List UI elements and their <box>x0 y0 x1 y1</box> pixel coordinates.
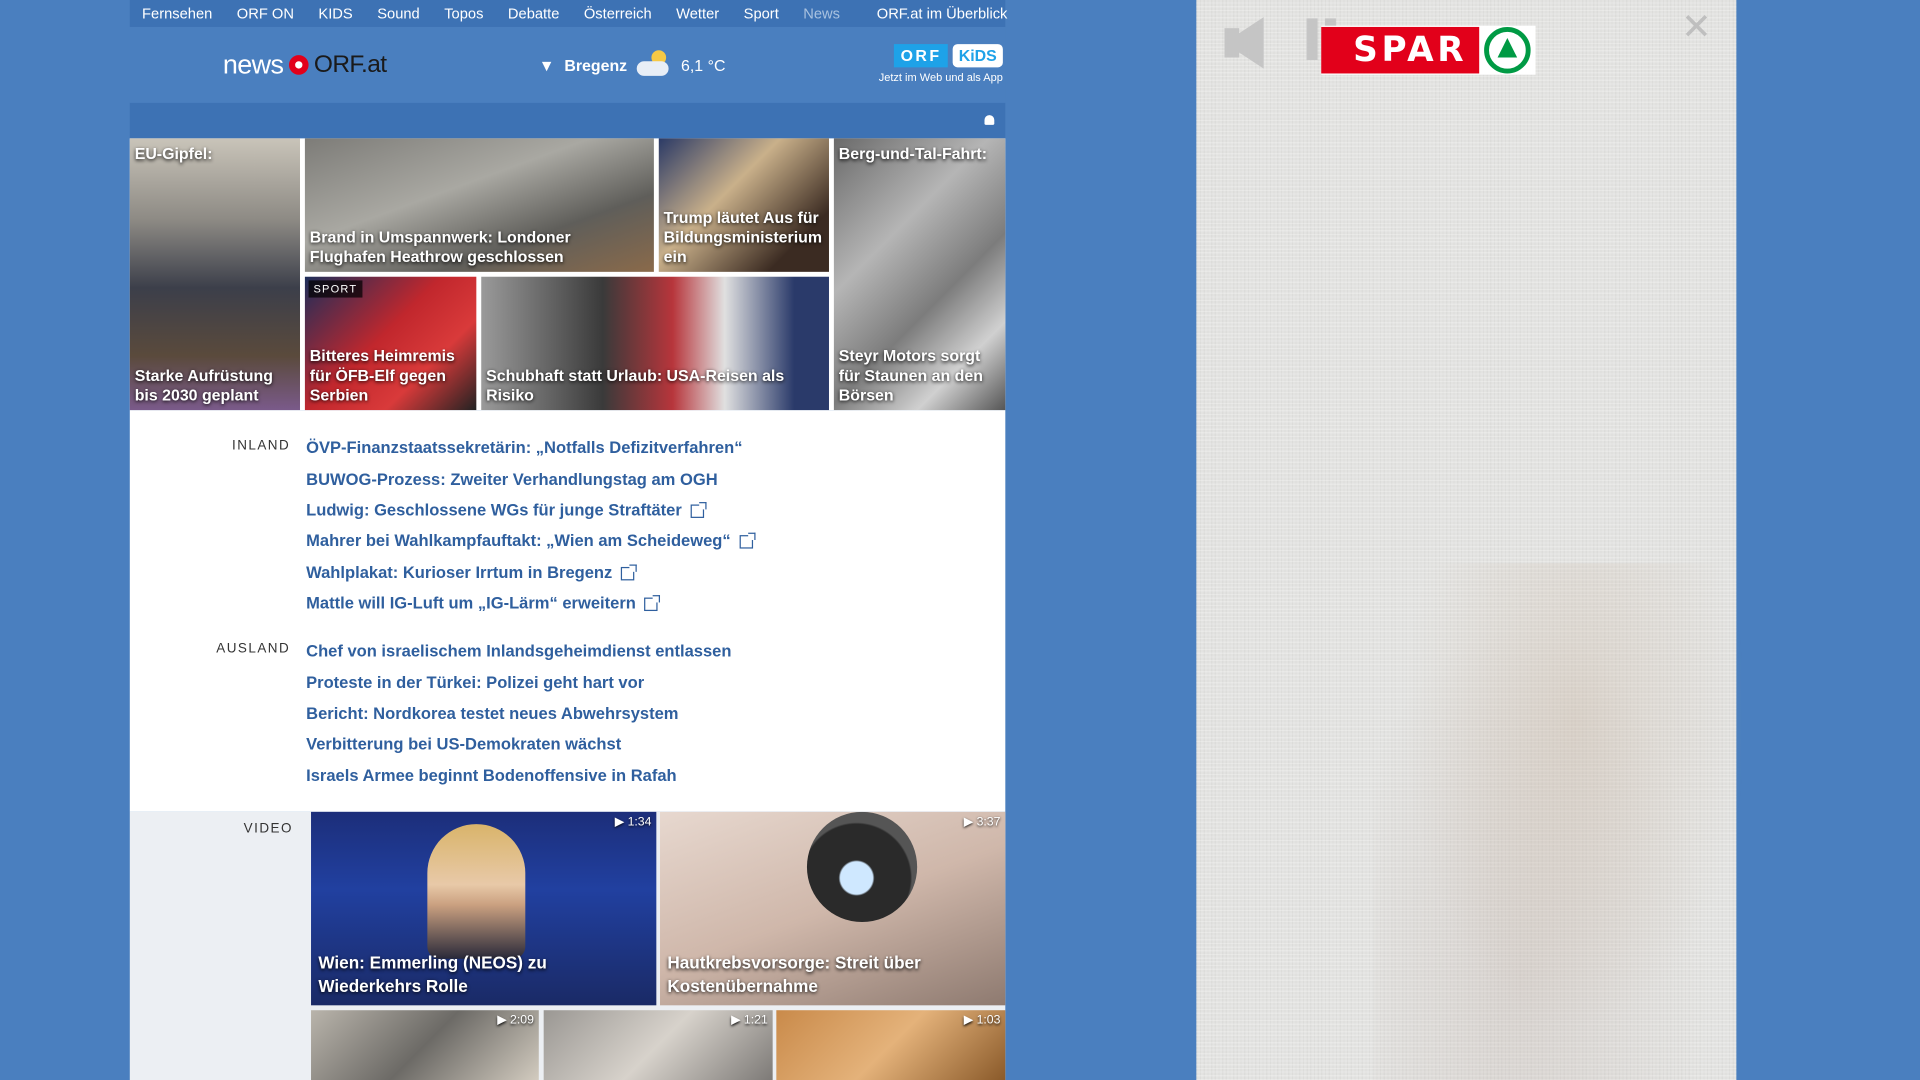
story-kicker: Berg-und-Tal-Fahrt: <box>838 144 988 163</box>
video-caption: Hautkrebsvorsorge: Streit über Kostenübe… <box>667 952 921 996</box>
story-tile-eu-gipfel[interactable]: EU-Gipfel: Starke Aufrüstung bis 2030 ge… <box>129 138 301 411</box>
list-item: Verbitterung bei US-Demokraten wächst <box>306 729 731 760</box>
list-item: Ludwig: Geschlossene WGs für junge Straf… <box>306 494 753 525</box>
external-link-icon <box>739 533 756 550</box>
kids-promo-subtitle: Jetzt im Web und als App <box>878 71 1003 84</box>
story-tile-steyr[interactable]: Berg-und-Tal-Fahrt: Steyr Motors sorgt f… <box>833 138 1006 411</box>
nav-overview[interactable]: ORF.at im Überblick <box>865 5 1020 22</box>
orf-badge: ORF <box>894 44 948 68</box>
news-orf-logo[interactable]: news ORF.at <box>223 49 387 81</box>
advertisement-panel[interactable]: SPAR ✕ <box>1196 0 1742 1080</box>
headline-link[interactable]: Mahrer bei Wahlkampfauftakt: „Wien am Sc… <box>306 532 731 550</box>
video-caption: Wien: Emmerling (NEOS) zu Wiederkehrs Ro… <box>318 952 547 996</box>
story-headline: Starke Aufrüstung bis 2030 geplant <box>134 366 273 405</box>
video-duration: ▶ 1:34 <box>614 815 652 829</box>
headline-link[interactable]: Wahlplakat: Kurioser Irrtum in Bregenz <box>306 563 612 581</box>
weather-temperature: 6,1 °C <box>681 55 726 75</box>
news-lists: INLAND ÖVP-Finanzstaatssekretärin: „Notf… <box>129 410 1006 812</box>
category-tag: SPORT <box>308 280 363 298</box>
nav-debatte[interactable]: Debatte <box>496 5 572 22</box>
video-duration: ▶ 1:03 <box>963 1013 1001 1028</box>
list-item: Bericht: Nordkorea testet neues Abwehrsy… <box>306 698 731 729</box>
orf-kids-promo[interactable]: ORF KiDS Jetzt im Web und als App <box>879 44 1003 83</box>
list-item: Israels Armee beginnt Bodenoffensive in … <box>306 760 731 791</box>
inland-label: INLAND <box>231 438 291 454</box>
ausland-label: AUSLAND <box>216 641 291 657</box>
logo-news-text: news <box>222 48 284 80</box>
nav-news[interactable]: News <box>791 5 852 22</box>
list-item: Mahrer bei Wahlkampfauftakt: „Wien am Sc… <box>306 526 756 557</box>
story-headline: Steyr Motors sorgt für Staunen an den Bö… <box>838 346 983 405</box>
nav-sound[interactable]: Sound <box>365 5 432 22</box>
headline-link[interactable]: ÖVP-Finanzstaatssekretärin: „Notfalls De… <box>306 439 742 457</box>
list-item: BUWOG-Prozess: Zweiter Verhandlungstag a… <box>306 463 753 494</box>
headline-link[interactable]: Ludwig: Geschlossene WGs für junge Straf… <box>306 501 682 519</box>
external-link-icon <box>690 502 707 518</box>
external-link-icon <box>620 564 637 581</box>
nav-topos[interactable]: Topos <box>432 5 496 22</box>
nav-sport[interactable]: Sport <box>731 5 791 22</box>
partly-cloudy-icon <box>636 50 671 76</box>
weather-location: Bregenz <box>564 55 628 75</box>
headline-link[interactable]: Proteste in der Türkei: Polizei geht har… <box>306 673 644 691</box>
story-headline: Trump läutet Aus für Bildungsministerium… <box>663 208 823 266</box>
external-link-icon <box>644 595 661 612</box>
headline-link[interactable]: Verbitterung bei US-Demokraten wächst <box>306 735 621 753</box>
top-stories: EU-Gipfel: Starke Aufrüstung bis 2030 ge… <box>129 138 1006 411</box>
headline-link[interactable]: BUWOG-Prozess: Zweiter Verhandlungstag a… <box>306 470 718 488</box>
list-item: Proteste in der Türkei: Polizei geht har… <box>306 667 731 698</box>
video-duration: ▶ 1:21 <box>731 1013 768 1028</box>
nav-orf-on[interactable]: ORF ON <box>225 5 307 22</box>
story-headline: Schubhaft statt Urlaub: USA-Reisen als R… <box>486 366 785 405</box>
story-headline: Bitteres Heimremis für ÖFB-Elf gegen Ser… <box>309 346 455 405</box>
story-kicker: EU-Gipfel: <box>134 144 213 163</box>
logo-orf-text: ORF.at <box>313 50 387 78</box>
headline-link[interactable]: Chef von israelischem Inlandsgeheimdiens… <box>306 642 731 660</box>
video-duration: ▶ 2:09 <box>497 1013 534 1028</box>
top-navigation: Fernsehen ORF ON KIDS Sound Topos Debatt… <box>129 0 1007 27</box>
headline-link[interactable]: Bericht: Nordkorea testet neues Abwehrsy… <box>306 704 678 722</box>
video-thumbnail <box>806 811 918 923</box>
ad-background-image <box>1373 563 1742 1080</box>
orf-ring-icon <box>289 55 310 75</box>
story-tile-heathrow[interactable]: Brand in Umspannwerk: Londoner Flughafen… <box>304 138 654 272</box>
weather-widget[interactable]: ▼ Bregenz 6,1 °C <box>538 50 726 76</box>
kids-badge: KiDS <box>952 44 1003 68</box>
nav-fernsehen[interactable]: Fernsehen <box>130 5 225 22</box>
list-item: Mattle will IG-Luft um „IG-Lärm“ erweite… <box>306 588 753 619</box>
headline-link[interactable]: Israels Armee beginnt Bodenoffensive in … <box>306 766 677 784</box>
spar-tree-icon <box>1484 26 1532 74</box>
list-item: Chef von israelischem Inlandsgeheimdiens… <box>306 636 731 667</box>
video-duration: ▶ 3:37 <box>963 815 1001 829</box>
video-tile-3[interactable]: ▶ 2:09 <box>311 1010 539 1080</box>
story-tile-trump[interactable]: Trump läutet Aus für Bildungsministerium… <box>658 138 829 272</box>
close-icon[interactable]: ✕ <box>1681 9 1712 47</box>
video-tile-emmerling[interactable]: ▶ 1:34 Wien: Emmerling (NEOS) zu Wiederk… <box>311 811 657 1006</box>
story-tile-oefb[interactable]: SPORT Bitteres Heimremis für ÖFB-Elf geg… <box>304 276 477 411</box>
video-tile-4[interactable]: ▶ 1:21 <box>543 1010 773 1080</box>
video-tile-5[interactable]: ▶ 1:03 <box>776 1010 1006 1080</box>
list-item: ÖVP-Finanzstaatssekretärin: „Notfalls De… <box>306 432 753 463</box>
list-item: Wahlplakat: Kurioser Irrtum in Bregenz <box>306 557 753 588</box>
spar-logo: SPAR <box>1321 25 1536 75</box>
bell-icon[interactable] <box>984 115 995 125</box>
nav-kids[interactable]: KIDS <box>306 5 365 22</box>
story-headline: Brand in Umspannwerk: Londoner Flughafen… <box>309 227 571 266</box>
video-tile-hautkrebs[interactable]: ▶ 3:37 Hautkrebsvorsorge: Streit über Ko… <box>660 811 1006 1006</box>
dropdown-triangle-icon: ▼ <box>538 55 555 75</box>
video-label: VIDEO <box>243 821 293 837</box>
sub-bar <box>129 102 1006 139</box>
headline-link[interactable]: Mattle will IG-Luft um „IG-Lärm“ erweite… <box>306 594 636 612</box>
nav-oesterreich[interactable]: Österreich <box>572 5 664 22</box>
story-tile-usa-reisen[interactable]: Schubhaft statt Urlaub: USA-Reisen als R… <box>481 276 829 411</box>
video-thumbnail <box>427 824 526 959</box>
site-header: news ORF.at ▼ Bregenz 6,1 °C ORF KiDS Je… <box>129 26 1006 103</box>
nav-wetter[interactable]: Wetter <box>664 5 732 22</box>
video-section: VIDEO ▶ 1:34 Wien: Emmerling (NEOS) zu W… <box>129 811 1006 1080</box>
spar-wordmark: SPAR <box>1321 26 1480 74</box>
